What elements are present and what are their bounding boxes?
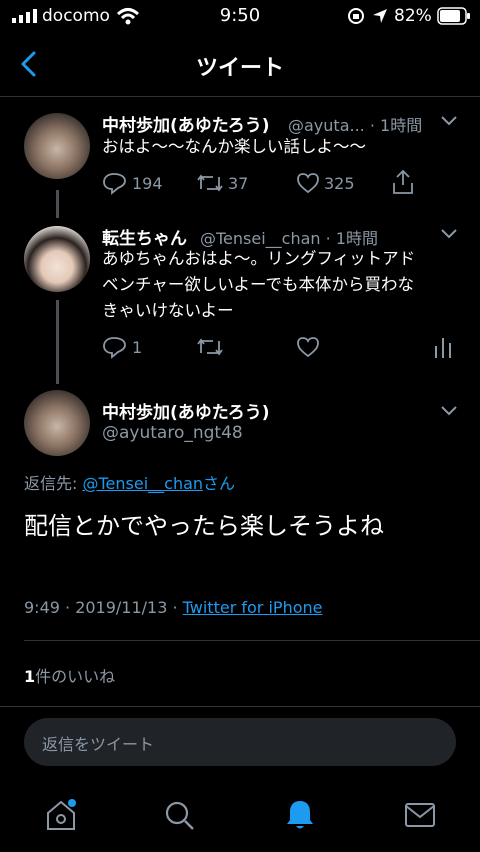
tweet-text-line: きゃいけないよー — [102, 301, 234, 320]
thread-line — [56, 300, 59, 384]
avatar[interactable] — [24, 390, 90, 456]
like-count: 325 — [324, 174, 355, 193]
divider — [24, 640, 480, 641]
tweet-text: 配信とかでやったら楽しそうよね — [24, 512, 384, 540]
battery-percent: 82% — [394, 6, 432, 26]
tweet-timestamp: 9:49 · 2019/11/13 · — [24, 598, 183, 617]
analytics-icon[interactable] — [434, 336, 452, 358]
rotation-lock-icon — [348, 8, 364, 24]
tweet-text: おはよ〜〜なんか楽しい話しよ〜〜 — [102, 137, 366, 156]
reply-input[interactable]: 返信をツイート — [24, 718, 456, 766]
tweet-meta: 9:49 · 2019/11/13 · Twitter for iPhone — [24, 598, 322, 617]
reply-icon[interactable] — [102, 335, 128, 359]
retweet-icon[interactable] — [196, 336, 224, 358]
messages-icon[interactable] — [404, 802, 436, 828]
page-title: ツイート — [195, 56, 284, 81]
tweet-text: あゆちゃんおはよ〜。リングフィットアド ベンチャー欲しいよーでも本体から買わな … — [102, 246, 458, 324]
handle-time: @ayuta... · 1時間 — [288, 116, 423, 135]
status-bar: docomo 9:50 82% — [0, 0, 480, 32]
tweet-text-line: あゆちゃんおはよ〜。リングフィットアド — [102, 249, 416, 268]
thread-line — [56, 190, 59, 218]
reply-to: 返信先: @Tensei__chanさん — [24, 470, 235, 494]
battery-icon — [437, 7, 470, 25]
author-name[interactable]: 中村歩加(あゆたろう) — [102, 111, 270, 136]
heart-icon[interactable] — [296, 336, 320, 358]
avatar[interactable] — [24, 226, 90, 292]
tweet-text-line: ベンチャー欲しいよーでも本体から買わな — [102, 275, 415, 294]
avatar[interactable] — [24, 113, 90, 179]
search-icon[interactable] — [164, 800, 196, 832]
home-icon[interactable] — [44, 798, 78, 832]
reply-to-suffix: さん — [203, 474, 236, 493]
reply-to-prefix: 返信先: — [24, 474, 83, 493]
author-name[interactable]: 中村歩加(あゆたろう) — [102, 398, 270, 423]
share-icon[interactable] — [392, 169, 414, 195]
location-icon — [373, 9, 387, 23]
reply-count: 194 — [132, 174, 163, 193]
tweet-source-link[interactable]: Twitter for iPhone — [183, 598, 323, 617]
likes-number: 1 — [24, 667, 36, 686]
likes-label: 件のいいね — [35, 667, 116, 686]
chevron-down-icon[interactable] — [440, 405, 458, 417]
reply-to-link[interactable]: @Tensei__chan — [82, 474, 203, 493]
reply-count: 1 — [132, 338, 143, 357]
retweet-icon[interactable] — [196, 172, 224, 194]
retweet-count: 37 — [228, 174, 249, 193]
likes-summary[interactable]: 1件のいいね — [24, 663, 115, 687]
notifications-icon[interactable] — [284, 798, 316, 832]
reply-icon[interactable] — [102, 171, 128, 195]
chevron-down-icon[interactable] — [440, 228, 458, 240]
reply-placeholder: 返信をツイート — [42, 735, 155, 754]
author-handle[interactable]: @ayutaro_ngt48 — [102, 423, 243, 443]
tab-bar — [0, 776, 480, 852]
heart-icon[interactable] — [296, 172, 320, 194]
divider — [0, 706, 480, 707]
chevron-down-icon[interactable] — [440, 115, 458, 127]
